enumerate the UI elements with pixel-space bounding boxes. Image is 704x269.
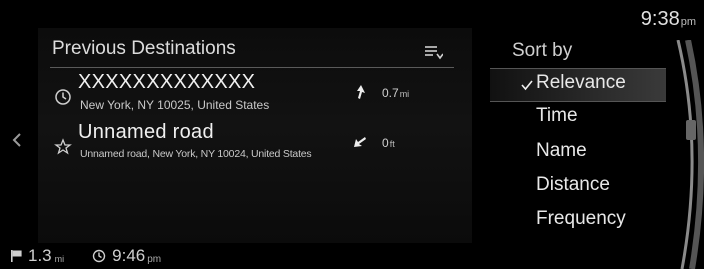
destination-name: XXXXXXXXXXXXX bbox=[78, 71, 256, 93]
recent-clock-icon bbox=[54, 88, 72, 106]
eta-time: 9:46 bbox=[112, 246, 146, 265]
navigation-screen: 9:38 pm Previous Destinations XXXXXXXXXX… bbox=[0, 0, 704, 269]
status-clock: 9:38 pm bbox=[641, 8, 696, 31]
destination-distance: 0.7 mi bbox=[382, 86, 409, 100]
sort-option-time[interactable]: Time bbox=[490, 102, 666, 134]
flag-icon bbox=[10, 249, 24, 263]
destination-address: Unnamed road, New York, NY 10024, United… bbox=[80, 148, 312, 160]
previous-destinations-panel: Previous Destinations XXXXXXXXXXXXX New … bbox=[38, 28, 472, 243]
eta-ampm: pm bbox=[147, 253, 162, 265]
sort-option-label: Frequency bbox=[536, 208, 626, 229]
commander-dial-graphic bbox=[660, 40, 704, 269]
destination-address: New York, NY 10025, United States bbox=[80, 98, 270, 112]
panel-title: Previous Destinations bbox=[52, 38, 236, 59]
destination-row[interactable]: Unnamed road Unnamed road, New York, NY … bbox=[38, 120, 472, 170]
sort-option-distance[interactable]: Distance bbox=[490, 171, 666, 203]
sort-option-label: Relevance bbox=[536, 72, 626, 93]
arrow-down-left-icon bbox=[350, 132, 370, 152]
sort-option-label: Name bbox=[536, 140, 587, 161]
destination-distance: 0 ft bbox=[382, 136, 395, 150]
checkmark-icon bbox=[520, 78, 534, 92]
sort-option-frequency[interactable]: Frequency bbox=[490, 205, 666, 237]
distance-value: 0.7 bbox=[382, 86, 399, 100]
title-divider bbox=[50, 67, 454, 68]
sort-option-label: Distance bbox=[536, 174, 610, 195]
remaining-distance-unit: mi bbox=[54, 254, 65, 264]
sort-by-header: Sort by bbox=[512, 40, 573, 61]
sort-list-icon[interactable] bbox=[423, 44, 443, 60]
sort-option-name[interactable]: Name bbox=[490, 137, 666, 169]
distance-unit: mi bbox=[399, 89, 410, 99]
sort-by-panel: Sort by Relevance Time Name Distance Fre… bbox=[490, 36, 670, 246]
star-icon bbox=[54, 138, 72, 156]
destination-name: Unnamed road bbox=[78, 121, 214, 143]
clock-time: 9:38 bbox=[640, 8, 680, 30]
back-arrow-icon[interactable] bbox=[10, 132, 24, 148]
clock-ampm: pm bbox=[680, 16, 696, 28]
destination-row[interactable]: XXXXXXXXXXXXX New York, NY 10025, United… bbox=[38, 70, 472, 120]
distance-unit: ft bbox=[389, 139, 395, 149]
trip-status-bar: 1.3 mi 9:46 pm bbox=[10, 245, 161, 267]
remaining-distance: 1.3 bbox=[28, 246, 52, 265]
sort-option-relevance[interactable]: Relevance bbox=[490, 68, 666, 102]
distance-value: 0 bbox=[382, 136, 389, 150]
arrow-up-icon bbox=[350, 82, 370, 102]
clock-icon bbox=[92, 249, 106, 263]
sort-option-label: Time bbox=[536, 105, 578, 126]
